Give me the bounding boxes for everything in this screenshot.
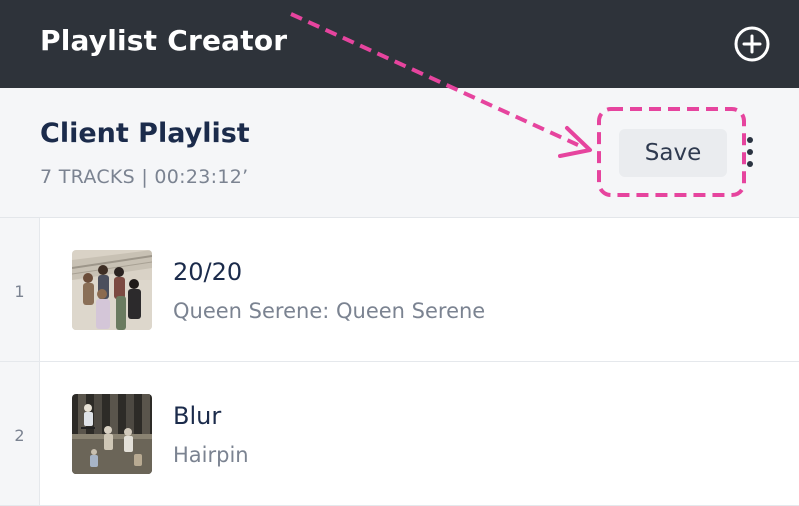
track-number: 2	[14, 426, 25, 445]
app-title: Playlist Creator	[40, 24, 288, 57]
track-number-column: 1	[0, 218, 40, 361]
track-number-column: 2	[0, 362, 40, 505]
track-title: 20/20	[173, 258, 243, 286]
track-artist: Queen Serene: Queen Serene	[173, 299, 486, 323]
top-bar: Playlist Creator	[0, 0, 799, 88]
add-playlist-button[interactable]	[734, 26, 770, 62]
playlist-header: Client Playlist 7 TRACKS | 00:23:12’ Sav…	[0, 88, 799, 218]
track-number: 1	[14, 282, 25, 301]
save-button[interactable]: Save	[619, 129, 727, 177]
more-options-button[interactable]	[742, 133, 758, 171]
track-list: 1 20/20 Queen Serene: Queen Serene 2 Blu…	[0, 218, 799, 506]
track-title: Blur	[173, 402, 222, 430]
track-row[interactable]: 2 Blur Hairpin	[0, 362, 799, 506]
vertical-ellipsis-icon	[747, 137, 753, 143]
track-row[interactable]: 1 20/20 Queen Serene: Queen Serene	[0, 218, 799, 362]
album-art	[72, 394, 152, 474]
playlist-title: Client Playlist	[40, 118, 250, 149]
plus-circle-icon	[734, 26, 770, 62]
track-artist: Hairpin	[173, 443, 249, 467]
playlist-creator-app: Playlist Creator Client Playlist 7 TRACK…	[0, 0, 799, 506]
playlist-meta: 7 TRACKS | 00:23:12’	[40, 166, 249, 188]
album-art	[72, 250, 152, 330]
